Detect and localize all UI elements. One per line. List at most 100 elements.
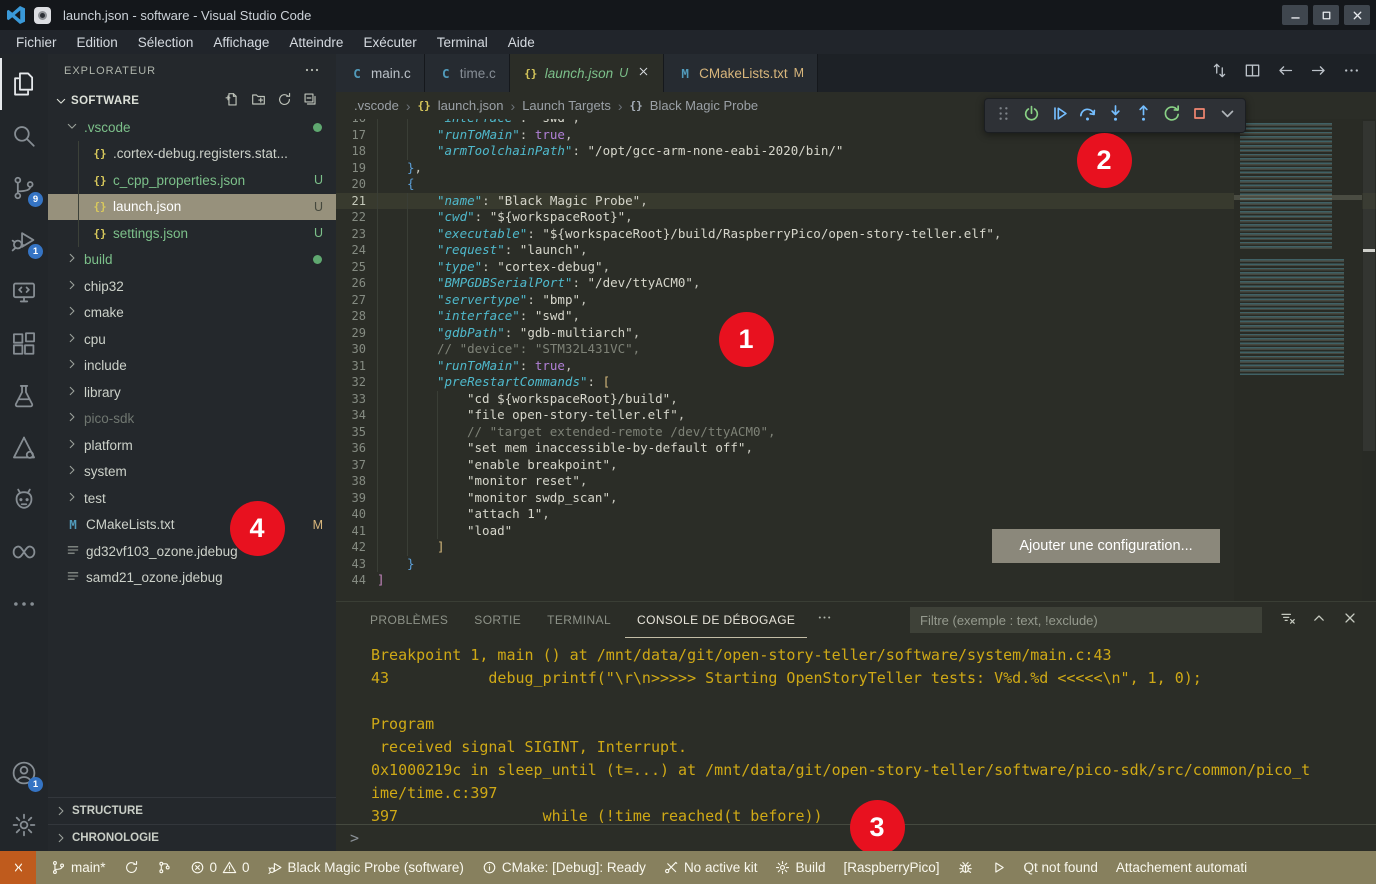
sync-changes[interactable] — [115, 851, 148, 884]
activity-platformio[interactable] — [0, 474, 48, 526]
qt-status[interactable]: Qt not found — [1015, 851, 1107, 884]
code-line-43[interactable]: 43} — [336, 556, 1376, 573]
console-filter-input[interactable] — [910, 607, 1262, 633]
code-line-33[interactable]: 33"cd ${workspaceRoot}/build", — [336, 391, 1376, 408]
new-folder-button[interactable] — [251, 92, 266, 110]
git-branch[interactable]: main* — [42, 851, 115, 884]
code-line-24[interactable]: 24"request": "launch", — [336, 242, 1376, 259]
tree-item-include[interactable]: include — [48, 353, 336, 380]
clear-filter-button[interactable] — [1280, 610, 1296, 631]
menu-edition[interactable]: Edition — [67, 35, 128, 50]
new-file-button[interactable] — [225, 92, 240, 110]
close-button[interactable] — [1344, 5, 1370, 25]
menu-aide[interactable]: Aide — [498, 35, 545, 50]
menu-affichage[interactable]: Affichage — [203, 35, 279, 50]
menu-fichier[interactable]: Fichier — [6, 35, 67, 50]
tree-item-launch-json[interactable]: {}launch.jsonU — [48, 194, 336, 221]
tree-item-chip32[interactable]: chip32 — [48, 273, 336, 300]
activity-visual-studio[interactable] — [0, 526, 48, 578]
toolbar-drag-handle[interactable] — [994, 104, 1013, 128]
auto-attach[interactable]: Attachement automati — [1107, 851, 1256, 884]
code-line-19[interactable]: 19}, — [336, 160, 1376, 177]
sidebar-section-chronologie[interactable]: CHRONOLOGIE — [48, 824, 336, 851]
sidebar-section-structure[interactable]: STRUCTURE — [48, 797, 336, 824]
step-over-button[interactable] — [1078, 104, 1097, 128]
maximize-panel-button[interactable] — [1311, 610, 1327, 631]
activity-cmake[interactable] — [0, 422, 48, 474]
menu-terminal[interactable]: Terminal — [427, 35, 498, 50]
menu-sélection[interactable]: Sélection — [128, 35, 204, 50]
collapse-all-button[interactable] — [303, 92, 318, 110]
tree-item-library[interactable]: library — [48, 379, 336, 406]
tree-item-cmakelists-txt[interactable]: MCMakeLists.txtM — [48, 512, 336, 539]
problems[interactable]: 00 — [181, 851, 259, 884]
tree-item-c-cpp-properties-json[interactable]: {}c_cpp_properties.jsonU — [48, 167, 336, 194]
code-line-37[interactable]: 37"enable breakpoint", — [336, 457, 1376, 474]
editor-body[interactable]: 16"interface": "swd",17"runToMain": true… — [336, 119, 1376, 601]
code-line-30[interactable]: 30// "device": "STM32L431VC", — [336, 341, 1376, 358]
tree-item--cortex-debug-registers-stat-[interactable]: {}.cortex-debug.registers.stat... — [48, 141, 336, 168]
editor-more-actions[interactable] — [1343, 62, 1360, 84]
tree-item-platform[interactable]: platform — [48, 432, 336, 459]
minimize-button[interactable] — [1282, 5, 1308, 25]
minimap[interactable] — [1234, 119, 1362, 601]
code-line-21[interactable]: 21"name": "Black Magic Probe", — [336, 193, 1376, 210]
code-line-22[interactable]: 22"cwd": "${workspaceRoot}", — [336, 209, 1376, 226]
code-line-42[interactable]: 42] — [336, 539, 1376, 556]
code-line-35[interactable]: 35// "target extended-remote /dev/ttyACM… — [336, 424, 1376, 441]
build-button[interactable]: Build — [766, 851, 834, 884]
breadcrumb-item[interactable]: .vscode — [354, 98, 399, 113]
restart-button[interactable] — [1162, 104, 1181, 128]
stop-button[interactable] — [1190, 104, 1209, 128]
code-line-28[interactable]: 28"interface": "swd", — [336, 308, 1376, 325]
activity-extensions[interactable] — [0, 318, 48, 370]
tree-item-gd32vf103-ozone-jdebug[interactable]: gd32vf103_ozone.jdebug — [48, 538, 336, 565]
code-line-23[interactable]: 23"executable": "${workspaceRoot}/build/… — [336, 226, 1376, 243]
code-line-20[interactable]: 20{ — [336, 176, 1376, 193]
panel-tab-problems[interactable]: PROBLÈMES — [358, 602, 460, 638]
tree-item-settings-json[interactable]: {}settings.jsonU — [48, 220, 336, 247]
panel-tab-terminal[interactable]: TERMINAL — [535, 602, 623, 638]
code-line-31[interactable]: 31"runToMain": true, — [336, 358, 1376, 375]
launch-button[interactable] — [1022, 104, 1041, 128]
code-line-26[interactable]: 26"BMPGDBSerialPort": "/dev/ttyACM0", — [336, 275, 1376, 292]
tree-item-samd21-ozone-jdebug[interactable]: samd21_ozone.jdebug — [48, 565, 336, 592]
step-into-button[interactable] — [1106, 104, 1125, 128]
breadcrumb-item[interactable]: Black Magic Probe — [650, 98, 758, 113]
toolbar-chevron[interactable] — [1218, 104, 1237, 128]
tab-time-c[interactable]: Ctime.c — [425, 54, 510, 92]
tree-item-pico-sdk[interactable]: pico-sdk — [48, 406, 336, 433]
activity-settings[interactable] — [0, 799, 48, 851]
run-target-button[interactable] — [982, 851, 1015, 884]
tab-cmakelists-txt[interactable]: MCMakeLists.txtM — [664, 54, 818, 92]
tree-item-cpu[interactable]: cpu — [48, 326, 336, 353]
cmake-status[interactable]: CMake: [Debug]: Ready — [473, 851, 655, 884]
scrollbar-thumb[interactable] — [1363, 121, 1375, 451]
tree-item-system[interactable]: system — [48, 459, 336, 486]
scm-graph[interactable] — [148, 851, 181, 884]
code-area[interactable]: 16"interface": "swd",17"runToMain": true… — [336, 119, 1376, 589]
split-editor-button[interactable] — [1244, 62, 1261, 84]
continue-button[interactable] — [1050, 104, 1069, 128]
activity-search[interactable] — [0, 110, 48, 162]
code-line-39[interactable]: 39"monitor swdp_scan", — [336, 490, 1376, 507]
code-line-27[interactable]: 27"servertype": "bmp", — [336, 292, 1376, 309]
tab-main-c[interactable]: Cmain.c — [336, 54, 425, 92]
activity-remote-explorer[interactable] — [0, 266, 48, 318]
menu-exécuter[interactable]: Exécuter — [353, 35, 426, 50]
launch-target[interactable]: [RaspberryPico] — [835, 851, 949, 884]
code-line-40[interactable]: 40"attach 1", — [336, 506, 1376, 523]
debug-configuration[interactable]: Black Magic Probe (software) — [259, 851, 473, 884]
code-line-18[interactable]: 18"armToolchainPath": "/opt/gcc-arm-none… — [336, 143, 1376, 160]
refresh-button[interactable] — [277, 92, 292, 110]
activity-more[interactable] — [0, 578, 48, 630]
explorer-more-actions[interactable] — [304, 62, 320, 81]
code-line-32[interactable]: 32"preRestartCommands": [ — [336, 374, 1376, 391]
tree-item-cmake[interactable]: cmake — [48, 300, 336, 327]
activity-explorer[interactable] — [0, 58, 48, 110]
debug-console-output[interactable]: Breakpoint 1, main () at /mnt/data/git/o… — [336, 638, 1376, 824]
navigate-back-button[interactable] — [1277, 62, 1294, 84]
activity-accounts[interactable]: 1 — [0, 747, 48, 799]
debug-target-button[interactable] — [949, 851, 982, 884]
code-line-44[interactable]: 44] — [336, 572, 1376, 589]
